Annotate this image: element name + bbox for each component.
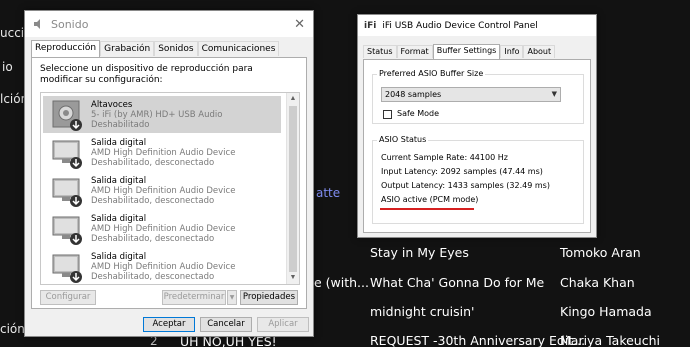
background-link-text[interactable]: atte	[316, 186, 340, 200]
safe-mode-label: Safe Mode	[397, 109, 440, 118]
device-status: Deshabilitado	[91, 120, 150, 130]
playback-panel: Seleccione un dispositivo de reproducció…	[31, 57, 307, 309]
tab-sounds[interactable]: Sonidos	[154, 41, 198, 56]
device-item[interactable]: Salida digital AMD High Definition Audio…	[43, 210, 281, 247]
track-title[interactable]: Stay in My Eyes	[370, 245, 469, 260]
device-name: Salida digital	[91, 176, 147, 186]
buffer-size-group: Preferred ASIO Buffer Size 2048 samples …	[372, 69, 584, 124]
monitor-device-icon	[52, 254, 82, 283]
set-default-button[interactable]: Predeterminar	[162, 290, 226, 305]
device-item[interactable]: Salida digital AMD High Definition Audio…	[43, 248, 281, 284]
device-driver: AMD High Definition Audio Device	[91, 186, 236, 196]
device-status: Deshabilitado, desconectado	[91, 234, 215, 244]
ifi-control-panel: iFi iFi USB Audio Device Control Panel S…	[357, 14, 597, 238]
buffer-size-group-label: Preferred ASIO Buffer Size	[377, 69, 486, 78]
device-list: Altavoces 5- iFi (by AMR) HD+ USB Audio …	[40, 92, 300, 285]
device-driver: AMD High Definition Audio Device	[91, 224, 236, 234]
ifi-logo: iFi	[364, 20, 377, 31]
track-artist[interactable]: Mariya Takeuchi	[560, 333, 660, 347]
device-status: Deshabilitado, desconectado	[91, 272, 215, 282]
background-sidebar-text-4: ción	[0, 322, 25, 336]
ifi-titlebar[interactable]: iFi iFi USB Audio Device Control Panel	[358, 15, 596, 36]
monitor-device-icon	[52, 216, 82, 245]
track-title[interactable]: What Cha' Gonna Do for Me	[370, 275, 544, 290]
instructions-text: Seleccione un dispositivo de reproducció…	[40, 64, 253, 85]
device-driver: AMD High Definition Audio Device	[91, 148, 236, 158]
configure-button[interactable]: Configurar	[40, 290, 96, 305]
safe-mode-checkbox[interactable]	[383, 110, 392, 119]
tab-about[interactable]: About	[523, 45, 556, 58]
scroll-down-icon[interactable]: ▼	[287, 272, 299, 284]
track-artist[interactable]: Chaka Khan	[560, 275, 635, 290]
apply-button[interactable]: Aplicar	[257, 317, 309, 332]
buffer-size-select[interactable]: 2048 samples ▼	[381, 87, 561, 102]
scroll-thumb[interactable]	[289, 106, 297, 272]
highlight-underline	[380, 208, 474, 210]
track-title[interactable]: REQUEST -30th Anniversary Edit...	[370, 333, 585, 347]
properties-button[interactable]: Propiedades	[240, 290, 298, 305]
asio-status-group-label: ASIO Status	[377, 135, 429, 144]
device-status: Deshabilitado, desconectado	[91, 196, 215, 206]
device-name: Salida digital	[91, 138, 147, 148]
sound-dialog: Sonido ✕ Reproducción Grabación Sonidos …	[24, 10, 314, 337]
buffer-size-value: 2048 samples	[385, 90, 442, 99]
track-artist[interactable]: Kingo Hamada	[560, 304, 652, 319]
asio-active-status: ASIO active (PCM mode)	[381, 195, 479, 204]
track-title[interactable]: midnight cruisin'	[370, 304, 474, 319]
tab-buffer-settings[interactable]: Buffer Settings	[432, 44, 501, 59]
scroll-up-icon[interactable]: ▲	[287, 93, 299, 105]
ifi-tabs: Status Format Buffer Settings Info About	[363, 44, 556, 59]
ok-button[interactable]: Aceptar	[143, 317, 195, 332]
device-item[interactable]: Altavoces 5- iFi (by AMR) HD+ USB Audio …	[43, 96, 281, 133]
device-name: Salida digital	[91, 214, 147, 224]
buffer-settings-panel: Preferred ASIO Buffer Size 2048 samples …	[363, 59, 591, 233]
chevron-down-icon: ▼	[551, 90, 557, 98]
current-sample-rate: Current Sample Rate: 44100 Hz	[381, 153, 508, 162]
sound-dialog-titlebar[interactable]: Sonido ✕	[25, 11, 313, 37]
device-status: Deshabilitado, desconectado	[91, 158, 215, 168]
tab-status[interactable]: Status	[363, 45, 397, 58]
device-name: Altavoces	[91, 100, 133, 110]
device-name: Salida digital	[91, 252, 147, 262]
tab-playback[interactable]: Reproducción	[31, 40, 101, 57]
speaker-icon	[34, 19, 40, 29]
tab-recording[interactable]: Grabación	[100, 41, 155, 56]
monitor-device-icon	[52, 140, 82, 169]
tab-info[interactable]: Info	[500, 45, 524, 58]
output-latency: Output Latency: 1433 samples (32.49 ms)	[381, 181, 550, 190]
tab-format[interactable]: Format	[396, 45, 433, 58]
device-driver: 5- iFi (by AMR) HD+ USB Audio	[91, 110, 223, 120]
device-driver: AMD High Definition Audio Device	[91, 262, 236, 272]
input-latency: Input Latency: 2092 samples (47.44 ms)	[381, 167, 543, 176]
track-previous-column: e (with...	[314, 275, 369, 290]
device-item[interactable]: Salida digital AMD High Definition Audio…	[43, 172, 281, 209]
speaker-device-icon	[52, 100, 82, 131]
background-sidebar-text-2: io	[2, 60, 13, 74]
sound-dialog-title: Sonido	[51, 17, 89, 31]
sound-tabs: Reproducción Grabación Sonidos Comunicac…	[31, 40, 307, 57]
close-icon[interactable]: ✕	[294, 16, 305, 32]
ifi-title: iFi USB Audio Device Control Panel	[382, 20, 538, 31]
monitor-device-icon	[52, 178, 82, 207]
asio-status-group: ASIO Status Current Sample Rate: 44100 H…	[372, 135, 584, 224]
device-list-scrollbar[interactable]: ▲ ▼	[286, 93, 299, 284]
tab-communications[interactable]: Comunicaciones	[197, 41, 280, 56]
track-artist[interactable]: Tomoko Aran	[560, 245, 641, 260]
cancel-button[interactable]: Cancelar	[200, 317, 252, 332]
device-item[interactable]: Salida digital AMD High Definition Audio…	[43, 134, 281, 171]
set-default-dropdown-button[interactable]: ▼	[227, 290, 237, 305]
